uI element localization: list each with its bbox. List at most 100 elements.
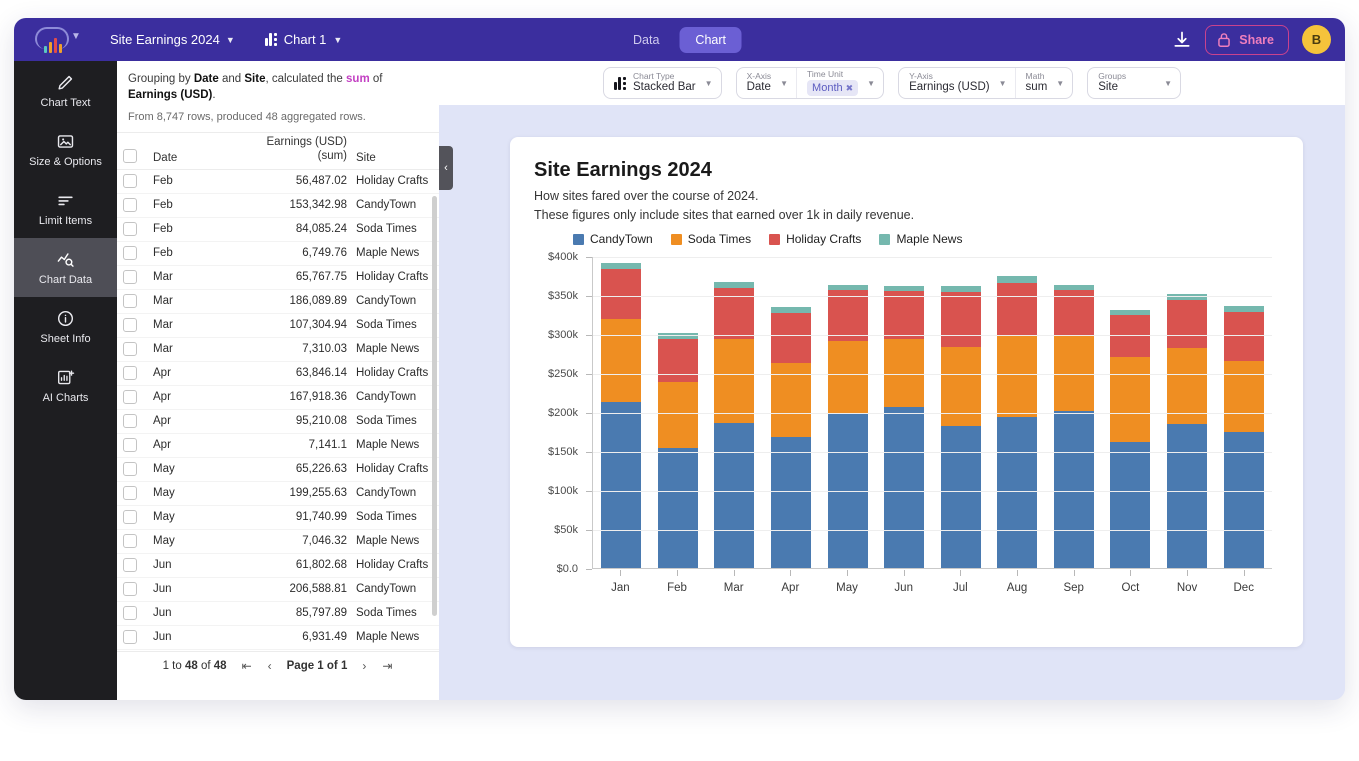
bar-segment[interactable]	[657, 382, 698, 448]
stacked-bar[interactable]	[997, 276, 1038, 568]
groups-control[interactable]: Groups Site ▼	[1087, 67, 1181, 99]
row-checkbox[interactable]	[123, 342, 137, 357]
bar-segment[interactable]	[601, 268, 642, 320]
legend-item[interactable]: CandyTown	[573, 232, 653, 246]
tab-data[interactable]: Data	[617, 27, 675, 53]
download-icon[interactable]	[1172, 30, 1192, 50]
sidebar-item-chart-text[interactable]: Chart Text	[14, 61, 117, 120]
document-title-menu[interactable]: Site Earnings 2024 ▼	[102, 28, 243, 51]
bar-segment[interactable]	[884, 406, 925, 568]
bar-segment[interactable]	[997, 416, 1038, 568]
bar-segment[interactable]	[827, 290, 868, 342]
row-checkbox[interactable]	[123, 198, 137, 213]
column-header-earnings[interactable]: Earnings (USD) (sum)	[231, 135, 347, 164]
share-button[interactable]: Share	[1205, 24, 1289, 55]
sidebar-item-limit-items[interactable]: Limit Items	[14, 179, 117, 238]
table-row[interactable]: Mar 65,767.75 Holiday Crafts	[117, 266, 439, 290]
row-checkbox[interactable]	[123, 486, 137, 501]
stacked-bar[interactable]	[771, 307, 812, 568]
bar-segment[interactable]	[1053, 411, 1094, 568]
chevron-down-icon[interactable]: ▼	[1052, 79, 1072, 88]
row-checkbox[interactable]	[123, 438, 137, 453]
row-checkbox[interactable]	[123, 390, 137, 405]
table-row[interactable]: May 199,255.63 CandyTown	[117, 482, 439, 506]
row-checkbox[interactable]	[123, 246, 137, 261]
y-axis-control[interactable]: Y-Axis Earnings (USD) ▼ Math sum ▼	[898, 67, 1074, 99]
tab-chart[interactable]: Chart	[679, 26, 742, 53]
column-header-date[interactable]: Date	[153, 152, 231, 164]
bar-segment[interactable]	[884, 291, 925, 340]
sidebar-item-chart-data[interactable]: Chart Data	[14, 238, 117, 297]
bar-segment[interactable]	[1167, 423, 1208, 568]
row-checkbox[interactable]	[123, 414, 137, 429]
row-checkbox[interactable]	[123, 222, 137, 237]
row-checkbox[interactable]	[123, 174, 137, 189]
bar-segment[interactable]	[771, 312, 812, 363]
table-row[interactable]: May 65,226.63 Holiday Crafts	[117, 458, 439, 482]
table-row[interactable]: Apr 167,918.36 CandyTown	[117, 386, 439, 410]
chevron-down-icon[interactable]: ▼	[701, 79, 721, 88]
first-page-icon[interactable]: ⇤	[241, 659, 253, 673]
row-checkbox[interactable]	[123, 534, 137, 549]
next-page-icon[interactable]: ›	[361, 659, 367, 673]
prev-page-icon[interactable]: ‹	[267, 659, 273, 673]
chevron-down-icon[interactable]: ▼	[1160, 79, 1180, 88]
row-checkbox[interactable]	[123, 294, 137, 309]
stacked-bar[interactable]	[714, 282, 755, 568]
table-row[interactable]: May 91,740.99 Soda Times	[117, 506, 439, 530]
bar-segment[interactable]	[1223, 312, 1264, 361]
panel-collapse-toggle[interactable]: ‹	[439, 146, 453, 190]
stacked-bar[interactable]	[940, 286, 981, 568]
stacked-bar[interactable]	[1223, 306, 1264, 568]
table-row[interactable]: Jun 206,588.81 CandyTown	[117, 578, 439, 602]
bar-segment[interactable]	[657, 338, 698, 383]
stacked-bar[interactable]	[884, 285, 925, 568]
row-checkbox[interactable]	[123, 318, 137, 333]
bar-segment[interactable]	[1110, 442, 1151, 568]
bar-segment[interactable]	[771, 436, 812, 568]
table-row[interactable]: Mar 107,304.94 Soda Times	[117, 314, 439, 338]
chevron-down-icon[interactable]: ▼	[71, 31, 81, 42]
table-row[interactable]: May 7,046.32 Maple News	[117, 530, 439, 554]
bar-segment[interactable]	[1223, 360, 1264, 432]
bar-segment[interactable]	[601, 401, 642, 568]
bar-segment[interactable]	[1053, 290, 1094, 336]
bar-segment[interactable]	[1167, 300, 1208, 349]
sidebar-item-ai-charts[interactable]: AI Charts	[14, 356, 117, 415]
bar-segment[interactable]	[997, 282, 1038, 337]
app-logo[interactable]: ▼	[14, 18, 102, 61]
x-axis-control[interactable]: X-Axis Date ▼ Time Unit Month ✖ ▼	[735, 67, 885, 99]
stacked-bar[interactable]	[1053, 284, 1094, 568]
sidebar-item-size-options[interactable]: Size & Options	[14, 120, 117, 179]
legend-item[interactable]: Soda Times	[670, 232, 751, 246]
chevron-down-icon[interactable]: ▼	[995, 79, 1015, 88]
row-checkbox[interactable]	[123, 462, 137, 477]
table-row[interactable]: Jun 6,931.49 Maple News	[117, 626, 439, 650]
sidebar-item-sheet-info[interactable]: Sheet Info	[14, 297, 117, 356]
table-row[interactable]: Jun 61,802.68 Holiday Crafts	[117, 554, 439, 578]
vertical-scrollbar[interactable]	[432, 195, 437, 616]
row-checkbox[interactable]	[123, 558, 137, 573]
row-checkbox[interactable]	[123, 582, 137, 597]
table-row[interactable]: Feb 84,085.24 Soda Times	[117, 218, 439, 242]
stacked-bar[interactable]	[827, 284, 868, 568]
table-row[interactable]: Mar 186,089.89 CandyTown	[117, 290, 439, 314]
table-row[interactable]: Feb 153,342.98 CandyTown	[117, 194, 439, 218]
table-row[interactable]: Apr 7,141.1 Maple News	[117, 434, 439, 458]
table-row[interactable]: Jun 85,797.89 Soda Times	[117, 602, 439, 626]
legend-item[interactable]: Holiday Crafts	[769, 232, 861, 246]
bar-segment[interactable]	[940, 291, 981, 347]
chevron-down-icon[interactable]: ▼	[863, 79, 883, 88]
last-page-icon[interactable]: ⇥	[381, 659, 393, 673]
row-checkbox[interactable]	[123, 510, 137, 525]
select-all-checkbox[interactable]	[123, 148, 137, 163]
bar-segment[interactable]	[884, 339, 925, 407]
legend-item[interactable]: Maple News	[879, 232, 962, 246]
chart-type-control[interactable]: Chart Type Stacked Bar ▼	[602, 67, 722, 99]
table-row[interactable]: Feb 56,487.02 Holiday Crafts	[117, 170, 439, 194]
bar-segment[interactable]	[657, 447, 698, 568]
bar-segment[interactable]	[601, 319, 642, 402]
chart-selector[interactable]: Chart 1 ▼	[257, 28, 351, 51]
stacked-bar[interactable]	[601, 262, 642, 568]
stacked-bar[interactable]	[657, 333, 698, 568]
